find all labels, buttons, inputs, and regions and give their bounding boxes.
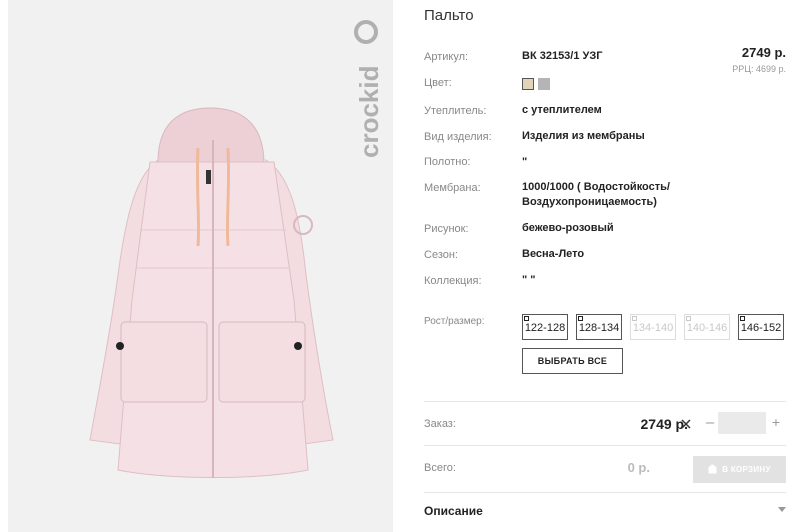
size-label: 134-140	[632, 322, 674, 334]
spec-label-product-type: Вид изделия:	[424, 131, 492, 143]
total-value: 0 р.	[627, 460, 650, 475]
jacket-image	[89, 107, 334, 478]
size-check-icon	[524, 316, 529, 321]
spec-label-article: Артикул:	[424, 51, 469, 63]
recommended-price: РРЦ: 4699 р.	[732, 64, 786, 74]
size-label: 122-128	[524, 322, 566, 334]
spec-value-article: ВК 32153/1 УЗГ	[522, 50, 603, 62]
decrease-quantity-button[interactable]: –	[703, 414, 717, 431]
divider	[424, 492, 786, 493]
size-option-140-146: 140-146	[684, 314, 730, 340]
svg-text:crockid: crockid	[354, 66, 384, 159]
add-to-cart-label: В КОРЗИНУ	[722, 465, 771, 474]
quantity-input[interactable]	[718, 412, 766, 434]
divider	[424, 401, 786, 402]
product-photo: crockid	[8, 0, 393, 532]
spec-value-season: Весна-Лето	[522, 248, 585, 260]
spec-label-size: Рост/размер:	[424, 316, 485, 327]
size-label: 140-146	[686, 322, 728, 334]
increase-quantity-button[interactable]: +	[769, 414, 783, 430]
spec-value-fabric: "	[522, 156, 528, 168]
spec-label-collection: Коллекция:	[424, 275, 482, 287]
order-price: 2749 р.	[640, 416, 688, 432]
select-all-button[interactable]: ВЫБРАТЬ ВСЕ	[522, 348, 623, 374]
size-label: 128-134	[578, 322, 620, 334]
size-check-icon	[632, 316, 637, 321]
size-check-icon	[740, 316, 745, 321]
brand-logo: crockid	[346, 20, 386, 160]
close-icon[interactable]	[679, 417, 693, 431]
size-option-122-128[interactable]: 122-128	[522, 314, 568, 340]
spec-value-insulation: с утеплителем	[522, 104, 602, 116]
spec-label-color: Цвет:	[424, 77, 452, 89]
spec-value-collection: " "	[522, 274, 536, 286]
color-swatch-grey[interactable]	[538, 78, 550, 90]
description-toggle[interactable]: Описание	[424, 504, 483, 518]
size-check-icon	[686, 316, 691, 321]
size-label: 146-152	[740, 322, 782, 334]
size-option-134-140: 134-140	[630, 314, 676, 340]
bag-icon	[708, 464, 717, 474]
product-info: Пальто 2749 р. РРЦ: 4699 р. Артикул: ВК …	[424, 0, 800, 532]
spec-value-pattern: бежево-розовый	[522, 222, 614, 234]
spec-label-season: Сезон:	[424, 249, 458, 261]
spec-value-membrane: 1000/1000 ( Водостойкость/ Воздухопрониц…	[522, 181, 670, 208]
spec-value-product-type: Изделия из мембраны	[522, 130, 645, 142]
divider	[424, 445, 786, 446]
total-label: Всего:	[424, 462, 456, 474]
spec-label-pattern: Рисунок:	[424, 223, 469, 235]
color-swatch-beige[interactable]	[522, 78, 534, 90]
spec-label-fabric: Полотно:	[424, 156, 471, 168]
size-check-icon	[578, 316, 583, 321]
size-option-128-134[interactable]: 128-134	[576, 314, 622, 340]
spec-label-membrane: Мембрана:	[424, 182, 481, 194]
order-label: Заказ:	[424, 418, 456, 430]
chevron-down-icon[interactable]	[778, 507, 786, 512]
product-title: Пальто	[424, 7, 474, 24]
size-option-146-152[interactable]: 146-152	[738, 314, 784, 340]
spec-label-insulation: Утеплитель:	[424, 105, 487, 117]
add-to-cart-button[interactable]: В КОРЗИНУ	[693, 456, 786, 483]
product-price: 2749 р.	[741, 45, 786, 60]
